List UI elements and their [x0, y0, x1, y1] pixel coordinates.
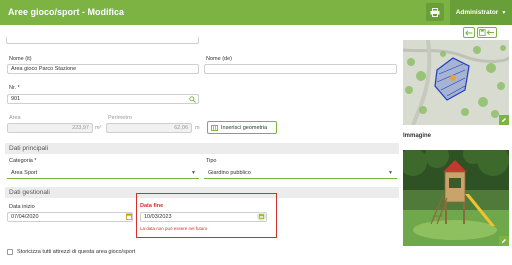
- cut-off-field[interactable]: [6, 37, 199, 44]
- nome-it-input[interactable]: Area gioco Parco Stazione: [7, 64, 199, 74]
- calendar-icon[interactable]: [126, 213, 132, 220]
- chevron-down-icon: ▼: [501, 9, 507, 16]
- pencil-icon: [502, 118, 506, 122]
- data-inizio-input[interactable]: 07/04/2020: [7, 212, 133, 222]
- history-checkbox-label: Storicizza tutti attrezzi di questa area…: [17, 249, 136, 255]
- image-section-title: Immagine: [403, 133, 432, 139]
- data-fine-input[interactable]: 10/03/2023: [140, 212, 267, 222]
- perimetro-input: 62,06: [106, 123, 192, 133]
- back-button[interactable]: [463, 27, 475, 38]
- data-fine-label: Data fine: [140, 203, 164, 209]
- top-bar: Aree gioco/sport - Modifica Administrato…: [0, 0, 512, 25]
- nr-label: Nr. *: [9, 85, 20, 91]
- save-exit-icon: [479, 29, 494, 36]
- playground-photo: [403, 150, 509, 246]
- data-fine-error-message: La data non può essere nel futuro: [140, 226, 208, 231]
- nome-it-label: Nome (it): [9, 56, 32, 62]
- insert-geometry-label: Inserisci geometria: [221, 124, 268, 131]
- tipo-label: Tipo: [206, 158, 217, 164]
- area-photo[interactable]: [403, 150, 509, 246]
- photo-edit-button[interactable]: [499, 236, 509, 246]
- tipo-underline: [204, 178, 397, 179]
- insert-geometry-button[interactable]: Inserisci geometria: [207, 121, 277, 134]
- pencil-icon: [502, 239, 506, 243]
- nr-input[interactable]: 901: [7, 94, 199, 104]
- perimetro-label: Perimetro: [108, 115, 132, 121]
- print-button[interactable]: [426, 3, 444, 21]
- data-inizio-label: Data inizio: [9, 204, 35, 210]
- categoria-select[interactable]: Area Sport: [11, 170, 37, 176]
- user-name: Administrator: [455, 9, 499, 16]
- map-edit-button[interactable]: [499, 115, 509, 125]
- categoria-underline: [7, 178, 199, 179]
- nome-de-label: Nome (de): [206, 56, 232, 62]
- calendar-icon: [259, 214, 264, 219]
- map-icon: [211, 124, 218, 131]
- area-input: 223,97: [7, 123, 93, 133]
- arrow-left-icon: [465, 29, 473, 36]
- categoria-label: Categoria *: [9, 158, 37, 164]
- perimetro-unit: m: [195, 125, 200, 131]
- nome-de-input[interactable]: [204, 64, 397, 74]
- save-and-exit-button[interactable]: [477, 27, 497, 38]
- user-menu-button[interactable]: Administrator ▼: [450, 0, 512, 25]
- map-preview[interactable]: [403, 40, 509, 125]
- area-label: Area: [9, 115, 21, 121]
- map-image: [403, 40, 509, 125]
- area-unit: m²: [95, 125, 102, 131]
- history-checkbox[interactable]: [7, 249, 13, 255]
- search-icon[interactable]: [189, 96, 196, 103]
- printer-icon: [430, 7, 440, 17]
- tipo-caret-icon[interactable]: ▼: [388, 170, 393, 176]
- categoria-caret-icon[interactable]: ▼: [191, 170, 196, 176]
- data-fine-calendar-button[interactable]: [257, 212, 266, 221]
- page-title: Aree gioco/sport - Modifica: [8, 7, 125, 17]
- section-dati-principali: Dati principali: [5, 143, 399, 154]
- tipo-select[interactable]: Giardino pubblico: [208, 170, 251, 176]
